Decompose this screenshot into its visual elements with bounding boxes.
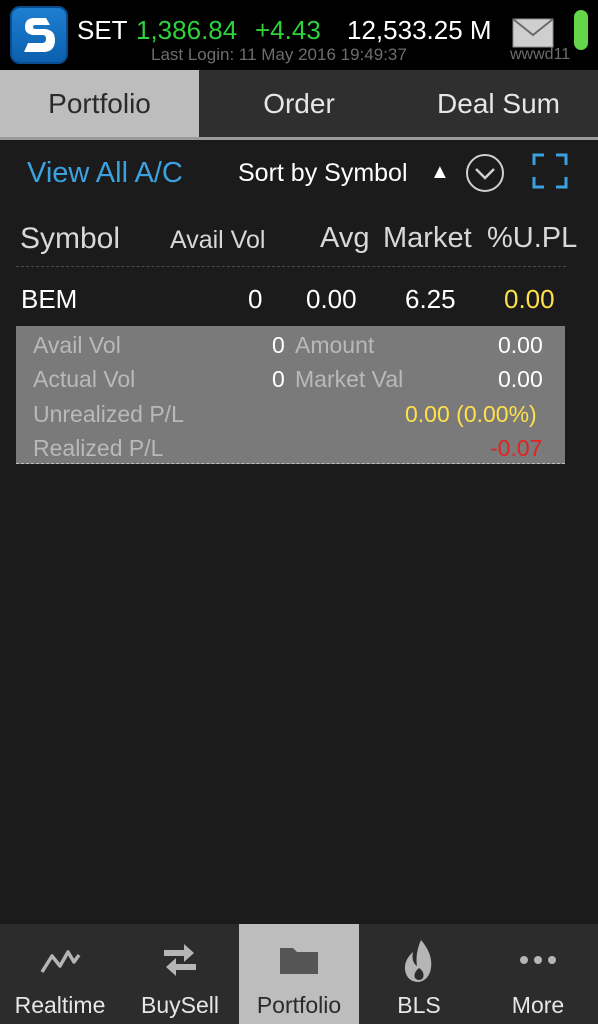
fullscreen-icon[interactable]: [532, 153, 568, 189]
column-header-market[interactable]: Market: [383, 222, 472, 255]
column-header-avg[interactable]: Avg: [320, 222, 369, 255]
more-dots-icon: [520, 956, 556, 964]
tab-portfolio[interactable]: Portfolio: [0, 70, 199, 137]
tab-order[interactable]: Order: [199, 70, 399, 137]
market-change: +4.43: [255, 15, 321, 45]
detail-realized-pl-value: -0.07: [490, 435, 543, 461]
bottom-navigation: Realtime BuySell Portfolio BLS More: [0, 924, 598, 1024]
nav-realtime[interactable]: Realtime: [0, 924, 120, 1024]
column-header-avail-vol[interactable]: Avail Vol: [170, 226, 265, 255]
main-tabs: Portfolio Order Deal Sum: [0, 70, 598, 140]
detail-unrealized-pl-value: 0.00 (0.00%): [405, 401, 537, 427]
detail-avail-vol-value: 0: [272, 332, 285, 358]
detail-amount-value: 0.00: [498, 332, 543, 358]
line-chart-icon: [40, 950, 81, 973]
detail-market-val-label: Market Val: [295, 366, 404, 392]
column-header-symbol[interactable]: Symbol: [20, 222, 120, 256]
nav-portfolio[interactable]: Portfolio: [239, 924, 359, 1024]
nav-bls[interactable]: BLS: [359, 924, 479, 1024]
detail-actual-vol-value: 0: [272, 366, 285, 392]
header-divider: [16, 266, 566, 267]
column-header-upl-percent[interactable]: %U.PL: [487, 222, 577, 255]
row-symbol: BEM: [21, 284, 78, 314]
market-volume: 12,533.25 M: [347, 15, 492, 45]
nav-buysell-label: BuySell: [141, 992, 219, 1018]
row-avail-vol: 0: [248, 284, 263, 314]
tab-deal-sum[interactable]: Deal Sum: [399, 70, 598, 137]
battery-icon: [574, 10, 588, 50]
detail-unrealized-pl-label: Unrealized P/L: [33, 401, 184, 427]
row-upl-percent: 0.00: [504, 284, 555, 314]
top-status-bar: SET 1,386.84 +4.43 12,533.25 M Last Logi…: [0, 0, 598, 70]
flame-logo-icon: [404, 940, 432, 982]
user-id: wwwd11: [510, 46, 571, 63]
sort-by-symbol-button[interactable]: Sort by Symbol: [238, 159, 408, 188]
mail-icon[interactable]: [512, 18, 554, 48]
chevron-down-icon[interactable]: [465, 153, 505, 193]
nav-portfolio-label: Portfolio: [256, 992, 342, 1018]
detail-amount-label: Amount: [295, 332, 375, 358]
view-all-accounts-link[interactable]: View All A/C: [27, 157, 183, 190]
nav-more[interactable]: More: [478, 924, 598, 1024]
row-avg: 0.00: [306, 284, 357, 314]
market-name: SET: [77, 15, 128, 45]
detail-market-val-value: 0.00: [498, 366, 543, 392]
nav-more-label: More: [511, 992, 565, 1018]
sort-ascending-icon[interactable]: ▲: [430, 161, 450, 184]
last-login-text: Last Login: 11 May 2016 19:49:37: [151, 45, 407, 64]
row-market: 6.25: [405, 284, 456, 314]
nav-bls-label: BLS: [397, 992, 441, 1018]
detail-actual-vol-label: Actual Vol: [33, 366, 136, 392]
detail-avail-vol-label: Avail Vol: [33, 332, 121, 358]
nav-buysell[interactable]: BuySell: [120, 924, 240, 1024]
market-index: 1,386.84: [136, 15, 238, 45]
nav-realtime-label: Realtime: [14, 992, 106, 1018]
app-logo-icon: [10, 6, 68, 64]
folder-icon: [280, 948, 318, 974]
position-detail-panel: Avail Vol 0 Amount 0.00 Actual Vol 0 Mar…: [16, 326, 565, 464]
detail-realized-pl-label: Realized P/L: [33, 435, 164, 461]
swap-arrows-icon: [164, 944, 196, 976]
